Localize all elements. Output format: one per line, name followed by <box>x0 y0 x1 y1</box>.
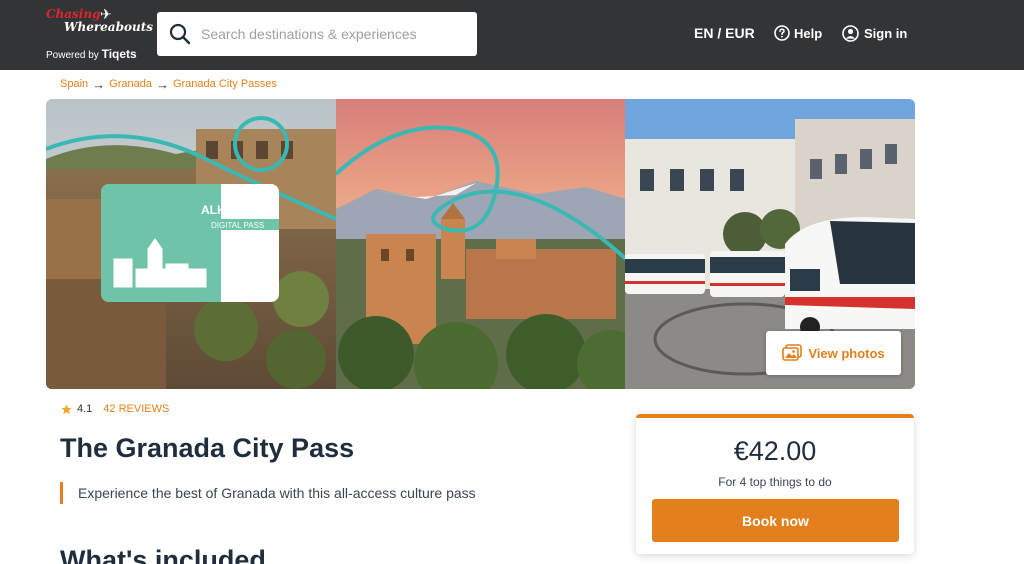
search-input[interactable] <box>201 12 469 56</box>
site-logo[interactable]: Chasing ✈ Whereabouts Powered by Tiqets <box>40 4 153 64</box>
breadcrumb-item-granada[interactable]: Granada <box>109 78 152 90</box>
rating-value: 4.1 <box>77 403 93 415</box>
page-title: The Granada City Pass <box>60 433 355 463</box>
breadcrumb-item-city-passes[interactable]: Granada City Passes <box>173 78 277 90</box>
powered-by-text: Powered by Tiqets <box>46 47 137 61</box>
reviews-link[interactable]: 42 reviews <box>103 403 169 415</box>
help-label: Help <box>794 25 823 41</box>
booking-card: €42.00 For 4 top things to do Book now <box>636 414 914 554</box>
whats-included-heading: What's included <box>60 545 266 564</box>
breadcrumb-item-spain[interactable]: Spain <box>60 78 88 90</box>
product-tagline: Experience the best of Granada with this… <box>60 482 476 504</box>
gallery-photo-alhambra-pass[interactable]: ALHAMBRA DIGITAL PASS <box>46 99 336 389</box>
images-icon <box>782 344 803 361</box>
search-icon[interactable] <box>169 23 191 45</box>
question-circle-icon <box>774 25 790 41</box>
powered-by-brand: Tiqets <box>101 47 137 61</box>
powered-by-prefix: Powered by <box>46 50 102 61</box>
breadcrumb: Spain → Granada → Granada City Passes <box>60 77 277 91</box>
signin-link[interactable]: Sign in <box>842 25 907 42</box>
arrow-right-icon: → <box>92 76 106 92</box>
language-currency-selector[interactable]: EN / EUR <box>694 25 755 41</box>
price-subtitle: For 4 top things to do <box>718 475 832 489</box>
rating-summary: 4.1 42 reviews <box>61 403 169 415</box>
logo-wordmark: Chasing <box>46 7 101 21</box>
book-now-button[interactable]: Book now <box>652 499 899 542</box>
logo-wordmark-secondary: Whereabouts <box>64 20 153 34</box>
view-photos-label: View photos <box>808 345 885 361</box>
price-value: €42.00 <box>733 436 817 466</box>
search-bar <box>157 12 477 56</box>
view-photos-button[interactable]: View photos <box>766 331 901 375</box>
gallery-photo-alhambra-sunset[interactable] <box>335 99 626 389</box>
arrow-right-icon: → <box>155 76 169 92</box>
pass-card-subtitle: DIGITAL PASS <box>211 221 264 230</box>
user-circle-icon <box>842 25 859 42</box>
star-icon <box>61 403 72 414</box>
pass-card-title: ALHAMBRA <box>201 203 271 217</box>
help-link[interactable]: Help <box>774 25 822 41</box>
site-header: Chasing ✈ Whereabouts Powered by Tiqets … <box>0 0 1024 70</box>
signin-label: Sign in <box>864 26 908 41</box>
